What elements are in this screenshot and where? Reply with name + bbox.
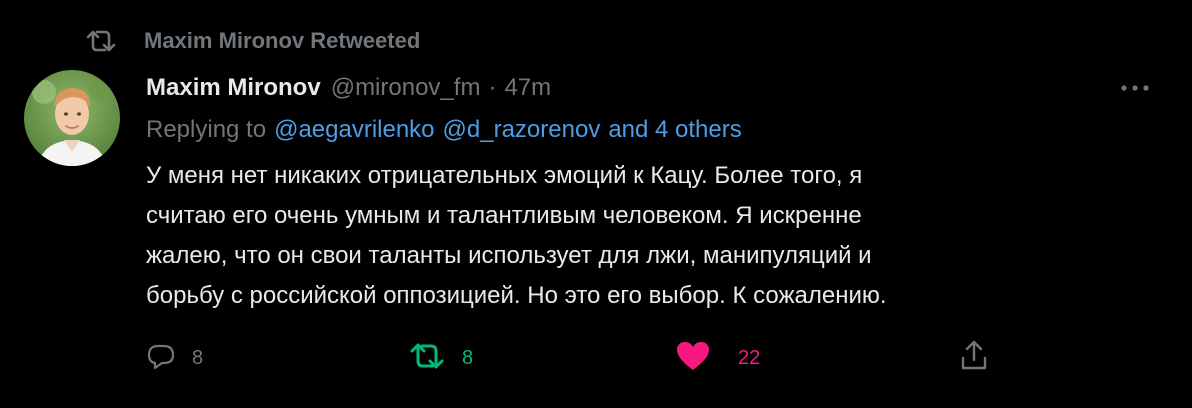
retweet-count: 8: [462, 346, 474, 369]
tweet-timestamp[interactable]: 47m: [504, 74, 551, 102]
tweet-text-line: У меня нет никаких отрицательных эмоций …: [146, 162, 863, 189]
retweet-context-label[interactable]: Maxim Mironov Retweeted: [144, 28, 420, 54]
mention-link[interactable]: @d_razorenov: [443, 116, 601, 144]
reply-count: 8: [192, 346, 204, 369]
more-dots-icon: [1120, 79, 1150, 97]
retweet-context: Maxim Mironov Retweeted: [84, 26, 420, 56]
tweet-text-line: жалею, что он свои таланты использует дл…: [146, 242, 872, 269]
separator-dot: ·: [488, 74, 497, 101]
mention-link[interactable]: @aegavrilenko: [274, 116, 434, 144]
retweet-icon: [84, 26, 124, 56]
replying-to: Replying to @aegavrilenko @d_razorenov a…: [146, 113, 742, 147]
reply-icon: [146, 341, 176, 376]
mention-others-link[interactable]: and 4 others: [608, 116, 741, 144]
retweet-icon: [408, 341, 446, 376]
heart-icon: [676, 341, 710, 376]
reply-button[interactable]: 8: [146, 340, 203, 376]
author-display-name[interactable]: Maxim Mironov: [146, 74, 321, 102]
retweet-button[interactable]: 8: [408, 340, 473, 376]
share-icon: [956, 338, 992, 379]
replying-to-label: Replying to: [146, 116, 267, 143]
like-count: 22: [738, 346, 761, 369]
author-handle[interactable]: @mironov_fm: [331, 74, 481, 102]
more-options-button[interactable]: [1118, 78, 1152, 98]
tweet-text: У меня нет никаких отрицательных эмоций …: [146, 156, 1136, 316]
avatar[interactable]: [24, 70, 120, 166]
tweet-text-line: борьбу с российской оппозицией. Но это е…: [146, 282, 887, 309]
tweet-text-line: считаю его очень умным и талантливым чел…: [146, 202, 862, 229]
share-button[interactable]: [956, 340, 992, 376]
tweet[interactable]: Maxim Mironov Retweeted Maxim Mironov @m…: [0, 0, 1192, 408]
like-button[interactable]: 22: [676, 340, 760, 376]
tweet-header: Maxim Mironov @mironov_fm · 47m: [146, 71, 551, 105]
